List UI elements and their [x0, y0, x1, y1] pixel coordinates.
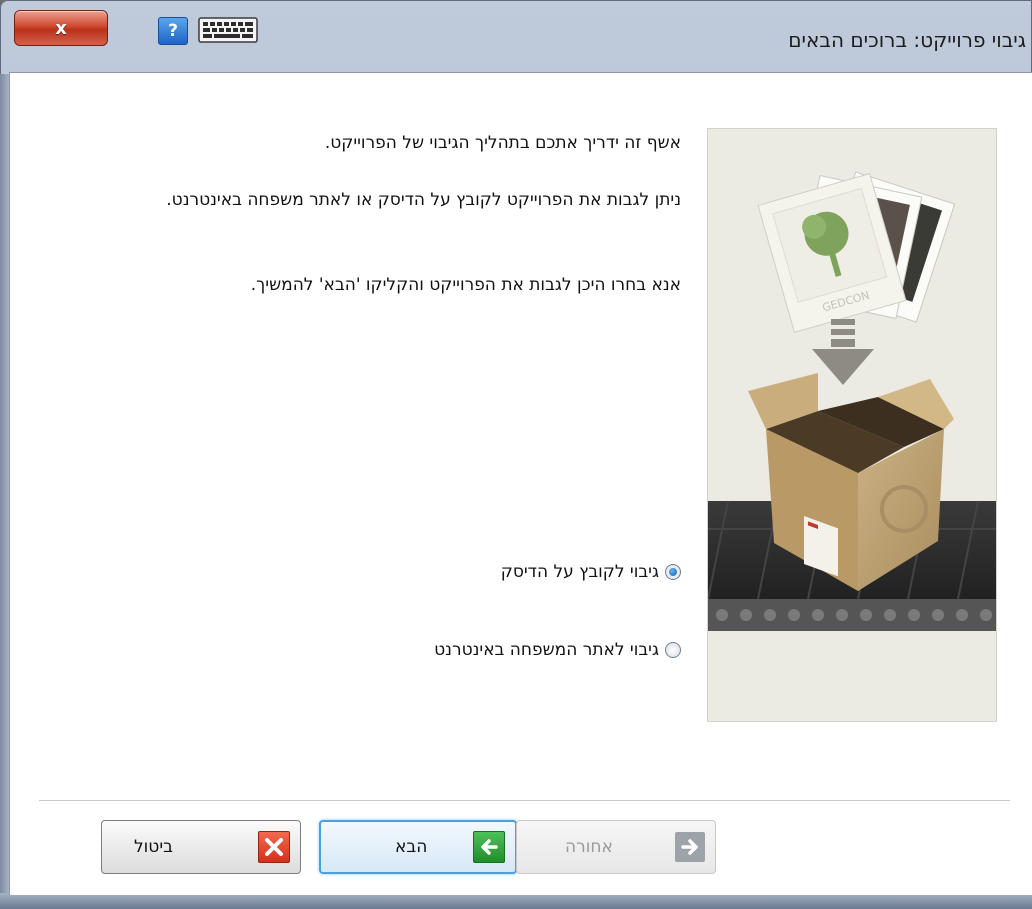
cancel-button-label: ביטול — [134, 837, 173, 857]
next-button-label: הבא — [395, 837, 428, 857]
cancel-button[interactable]: ביטול — [101, 820, 301, 874]
next-button[interactable]: הבא — [319, 820, 517, 874]
title-bar: x ? גיבוי פרוייקט: ברוכים הבאים — [0, 0, 1032, 74]
option-backup-disk-label: גיבוי לקובץ על הדיסק — [500, 562, 659, 582]
content-area: אשף זה ידריך אתכם בתהליך הגיבוי של הפרוי… — [10, 73, 1032, 895]
window-border-left — [0, 74, 9, 909]
keyboard-icon — [198, 17, 258, 43]
close-button[interactable]: x — [14, 10, 108, 46]
help-icon: ? — [168, 21, 178, 41]
window-title: גיבוי פרוייקט: ברוכים הבאים — [788, 28, 1026, 52]
cancel-x-icon — [258, 831, 290, 863]
window-border-bottom — [0, 893, 1032, 909]
option-backup-disk[interactable]: גיבוי לקובץ על הדיסק — [501, 562, 681, 582]
keyboard-button[interactable] — [198, 16, 258, 44]
intro-text-2: ניתן לגבות את הפרוייקט לקובץ על הדיסק או… — [166, 190, 681, 210]
wizard-body: אשף זה ידריך אתכם בתהליך הגיבוי של הפרוי… — [9, 72, 1032, 895]
radio-button[interactable] — [665, 642, 681, 658]
radio-button-selected[interactable] — [665, 564, 681, 580]
intro-text-1: אשף זה ידריך אתכם בתהליך הגיבוי של הפרוי… — [324, 133, 681, 153]
arrow-right-icon — [675, 832, 705, 862]
option-backup-website[interactable]: גיבוי לאתר המשפחה באינטרנט — [434, 640, 681, 660]
help-button[interactable]: ? — [158, 17, 188, 45]
footer-divider — [39, 800, 1010, 802]
close-icon: x — [55, 17, 67, 39]
backup-illustration-art: GEDCON — [708, 129, 996, 721]
back-button[interactable]: אחורה — [516, 820, 716, 874]
option-backup-website-label: גיבוי לאתר המשפחה באינטרנט — [434, 640, 659, 660]
back-button-label: אחורה — [565, 837, 613, 857]
backup-illustration: GEDCON — [707, 128, 997, 722]
intro-text-3: אנא בחרו היכן לגבות את הפרוייקט והקליקו … — [250, 275, 681, 295]
arrow-left-icon — [473, 831, 505, 863]
